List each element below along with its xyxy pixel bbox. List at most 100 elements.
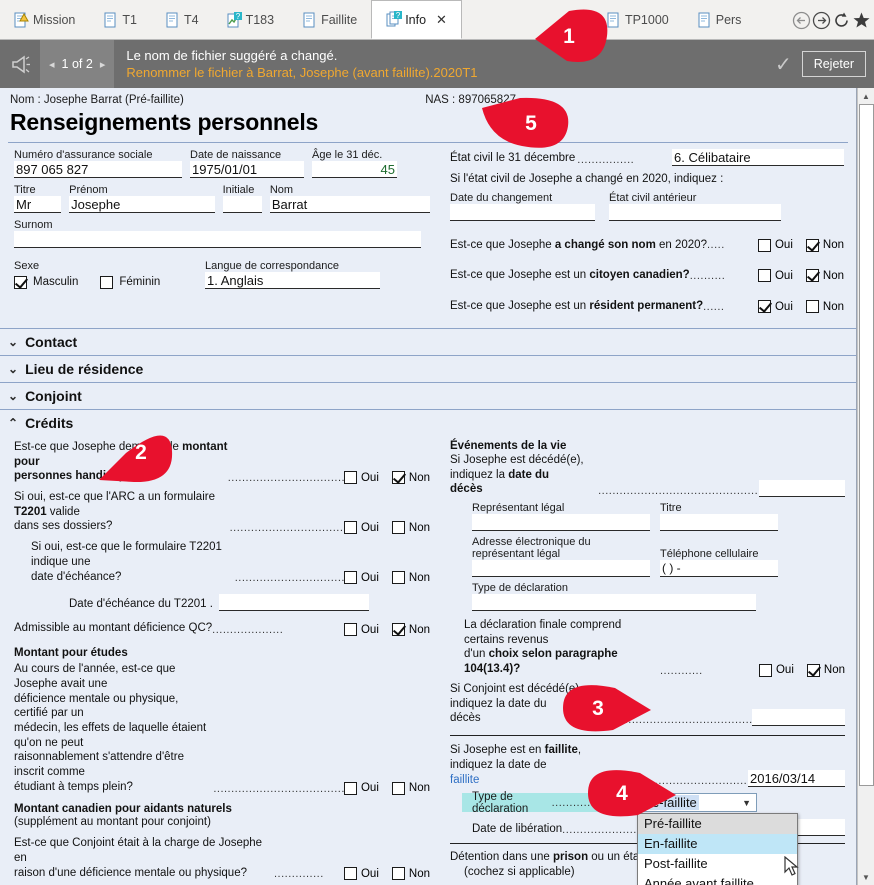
- no-label: Non: [822, 269, 844, 282]
- name-change-yes-checkbox[interactable]: [757, 238, 771, 252]
- tab-mission[interactable]: Mission: [0, 1, 89, 39]
- legal-rep-input[interactable]: [472, 514, 650, 532]
- dropdown-option-post-faillite[interactable]: Post-faillite: [638, 854, 797, 874]
- resident-yes-checkbox[interactable]: [757, 300, 771, 314]
- marital-group: État civil le 31 décembre ..............…: [440, 143, 856, 314]
- cell-phone-input[interactable]: ( ) -: [660, 560, 778, 578]
- citizen-yes-checkbox[interactable]: [757, 269, 771, 283]
- vertical-scrollbar[interactable]: ▲ ▼: [857, 88, 874, 885]
- resident-no-checkbox[interactable]: [805, 300, 819, 314]
- studies-no-checkbox[interactable]: [391, 781, 405, 795]
- section-contact[interactable]: ⌄ Contact: [0, 327, 856, 355]
- caregiver-subheading: (supplément au montant pour conjoint): [14, 815, 211, 828]
- title-input[interactable]: Mr: [14, 196, 62, 213]
- qc-disability-yes-checkbox[interactable]: [343, 623, 357, 637]
- death-date-input[interactable]: [758, 480, 845, 498]
- sin-input[interactable]: 897 065 827: [14, 161, 182, 178]
- close-icon[interactable]: ✕: [436, 12, 447, 28]
- tab-t183[interactable]: ? T183: [213, 1, 289, 39]
- accept-icon[interactable]: ✓: [771, 52, 802, 77]
- t2201-question-row: Si oui, est-ce que l'ARC a un formulaire…: [14, 490, 430, 535]
- final-declaration-no-checkbox[interactable]: [806, 663, 820, 677]
- svg-text:?: ?: [396, 11, 401, 20]
- yes-label: Oui: [360, 471, 379, 484]
- t2201-yes-checkbox[interactable]: [343, 521, 357, 535]
- caregiver-question: Est-ce que Conjoint était à la charge de…: [14, 837, 263, 879]
- refresh-icon[interactable]: [832, 11, 851, 30]
- document-question-icon: ?: [227, 11, 242, 29]
- mouse-cursor-icon: [784, 855, 800, 883]
- back-arrow-icon[interactable]: [792, 11, 811, 30]
- next-notification-button[interactable]: ▸: [100, 58, 106, 71]
- studies-yes-checkbox[interactable]: [343, 781, 357, 795]
- dropdown-option-annee-avant-faillite[interactable]: Année avant faillite: [638, 874, 797, 885]
- citizen-no-checkbox[interactable]: [805, 269, 819, 283]
- change-date-input[interactable]: [450, 203, 595, 221]
- bankruptcy-declaration-type-dropdown[interactable]: Pré-faillite En-faillite Post-faillite A…: [636, 813, 800, 885]
- taxpayer-name: Nom : Josephe Barrat (Pré-faillite): [10, 94, 184, 106]
- chevron-down-icon: ⌄: [8, 334, 19, 349]
- megaphone-icon: [0, 54, 40, 75]
- t2201-no-checkbox[interactable]: [391, 521, 405, 535]
- scroll-down-button[interactable]: ▼: [858, 869, 874, 885]
- notification-pager: ◂ 1 of 2 ▸: [40, 40, 115, 88]
- dob-input[interactable]: 1975/01/01: [190, 161, 304, 178]
- spouse-death-date-input[interactable]: [752, 709, 846, 727]
- sex-male-checkbox[interactable]: [14, 275, 27, 289]
- yes-label: Oui: [360, 782, 379, 795]
- t2201-expiry-question-row: Si oui, est-ce que le formulaire T2201 i…: [14, 540, 430, 585]
- prev-status-input[interactable]: [609, 203, 781, 221]
- initial-input[interactable]: [222, 196, 262, 213]
- no-label: Non: [408, 471, 430, 484]
- legal-rep-email-input[interactable]: [472, 560, 650, 578]
- bankruptcy-date-input[interactable]: 2016/03/14: [748, 770, 845, 788]
- lastname-input[interactable]: Barrat: [269, 196, 430, 213]
- tab-pers[interactable]: Pers: [683, 1, 756, 39]
- application-window: Mission T1 T4 ? T183 Faillite ? Info ✕ T…: [0, 0, 874, 885]
- tab-t1[interactable]: T1: [89, 1, 151, 39]
- star-icon[interactable]: [852, 11, 871, 30]
- tab-faillite[interactable]: Faillite: [288, 1, 371, 39]
- section-label: Conjoint: [25, 387, 82, 404]
- section-lieu-de-residence[interactable]: ⌄ Lieu de résidence: [0, 354, 856, 382]
- tab-t4[interactable]: T4: [151, 1, 213, 39]
- scrollbar-thumb[interactable]: [859, 104, 874, 786]
- reject-button[interactable]: Rejeter: [801, 51, 866, 77]
- svg-text:?: ?: [235, 12, 240, 21]
- language-input[interactable]: 1. Anglais: [205, 272, 380, 289]
- tab-label: Info: [405, 12, 427, 27]
- marital-status-input[interactable]: 6. Célibataire: [672, 149, 844, 166]
- qc-disability-no-checkbox[interactable]: [391, 623, 405, 637]
- section-conjoint[interactable]: ⌄ Conjoint: [0, 381, 856, 409]
- disability-question-row: Est-ce que Josephe demande le montant po…: [14, 440, 430, 485]
- studies-dots: ........................................…: [213, 782, 344, 795]
- scroll-up-button[interactable]: ▲: [858, 88, 874, 104]
- disability-yes-checkbox[interactable]: [343, 471, 357, 485]
- final-declaration-yes-checkbox[interactable]: [758, 663, 772, 677]
- sex-female-checkbox[interactable]: [100, 275, 114, 289]
- forward-arrow-icon[interactable]: [812, 11, 831, 30]
- legal-rep-title-label: Titre: [660, 502, 682, 515]
- notification-message: Le nom de fichier suggéré a changé. Reno…: [114, 47, 771, 81]
- chevron-down-icon[interactable]: ▼: [742, 798, 756, 808]
- nickname-input[interactable]: [14, 231, 421, 248]
- declaration-type-input[interactable]: [472, 594, 756, 612]
- prev-notification-button[interactable]: ◂: [49, 58, 55, 71]
- caregiver-yes-checkbox[interactable]: [343, 867, 357, 881]
- prev-status-label: État civil antérieur: [609, 191, 697, 204]
- t2201-expiry-yes-checkbox[interactable]: [343, 571, 357, 585]
- identity-group: Numéro d'assurance sociale 897 065 827 D…: [0, 143, 440, 314]
- notification-action-link[interactable]: Renommer le fichier à Barrat, Josephe (a…: [126, 64, 771, 81]
- t2201-expiry-no-checkbox[interactable]: [391, 571, 405, 585]
- caregiver-no-checkbox[interactable]: [391, 867, 405, 881]
- document-icon: [302, 12, 317, 29]
- dropdown-option-en-faillite[interactable]: En-faillite: [637, 834, 797, 855]
- disability-no-checkbox[interactable]: [391, 471, 405, 485]
- studies-amount-heading: Montant pour études: [14, 647, 128, 660]
- legal-rep-title-input[interactable]: [660, 514, 778, 532]
- firstname-input[interactable]: Josephe: [69, 196, 215, 213]
- tab-info[interactable]: ? Info ✕: [371, 0, 462, 39]
- t2201-expiry-date-input[interactable]: [218, 594, 369, 612]
- tab-label: Mission: [33, 13, 76, 27]
- name-change-no-checkbox[interactable]: [805, 238, 819, 252]
